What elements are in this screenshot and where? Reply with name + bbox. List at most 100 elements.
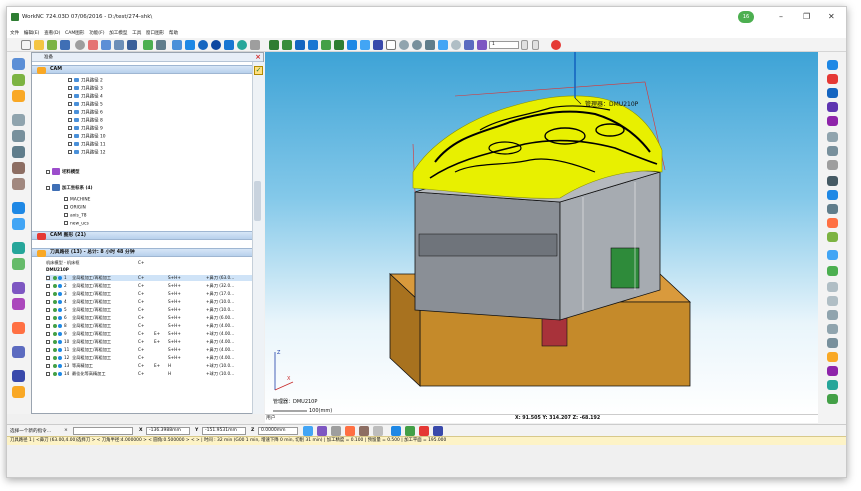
- toolpath-checkbox[interactable]: [46, 348, 50, 352]
- pen-icon[interactable]: [827, 218, 838, 228]
- section-view-icon[interactable]: [827, 324, 838, 334]
- toolpath-checkbox[interactable]: [46, 300, 50, 304]
- hand2-icon[interactable]: [827, 296, 838, 306]
- checkbox[interactable]: [46, 169, 50, 174]
- pick-icon[interactable]: [317, 426, 327, 436]
- toolpath-checkbox[interactable]: [46, 356, 50, 360]
- toolpath-checkbox[interactable]: [46, 340, 50, 344]
- toolpath-checkbox[interactable]: [46, 332, 50, 336]
- toolpath-checkbox[interactable]: [46, 284, 50, 288]
- brush-icon[interactable]: [827, 232, 838, 242]
- y-field[interactable]: -151.9531mm: [202, 427, 246, 435]
- zoom-window-icon[interactable]: [399, 40, 409, 50]
- menu-file[interactable]: 文件: [10, 29, 19, 38]
- section-cam-graphics[interactable]: CAM 图形 (21): [32, 231, 252, 240]
- coord-item-axis[interactable]: axis_78: [64, 213, 87, 219]
- sphere-icon[interactable]: [198, 40, 208, 50]
- highlight-icon[interactable]: [827, 352, 838, 362]
- offset-icon[interactable]: [345, 426, 355, 436]
- post-icon[interactable]: [12, 242, 25, 254]
- select-icon[interactable]: [477, 40, 487, 50]
- table-row[interactable]: 9 全局粗加工/再粗加工 C+ E+ S+H+ +球刀 (4.00...: [46, 331, 252, 337]
- machine-icon[interactable]: [143, 40, 153, 50]
- list-item[interactable]: 刀具路径 9: [68, 126, 103, 132]
- open-project-icon[interactable]: [12, 58, 25, 70]
- table-row[interactable]: 3 全局粗加工/再粗加工 C+ S+H+ +鼻刀 (17.0...: [46, 291, 252, 297]
- open-folder-icon[interactable]: [34, 40, 44, 50]
- toolpath-checkbox[interactable]: [46, 324, 50, 328]
- simulation-icon[interactable]: [827, 380, 838, 390]
- list-item[interactable]: 刀具路径 5: [68, 102, 103, 108]
- checkbox[interactable]: [68, 142, 72, 146]
- chart-icon[interactable]: [391, 426, 401, 436]
- close-prompt-icon[interactable]: ×: [64, 428, 68, 433]
- table-row[interactable]: 11 全局粗加工/再粗加工 C+ S+H+ +鼻刀 (4.00...: [46, 347, 252, 353]
- toolpath-checkbox[interactable]: [46, 276, 50, 280]
- section-toolpaths[interactable]: 刀具路径 (13) - 总计: 8 小时 48 分钟: [32, 248, 252, 257]
- section-cam[interactable]: CAM: [32, 65, 252, 74]
- machine-name-row[interactable]: DMU210P: [46, 267, 252, 273]
- nc-icon[interactable]: [12, 298, 25, 310]
- report-icon[interactable]: [12, 282, 25, 294]
- color-map-icon[interactable]: [827, 366, 838, 376]
- layers-icon[interactable]: [12, 74, 25, 86]
- checkbox[interactable]: [64, 205, 68, 209]
- wire-icon[interactable]: [185, 40, 195, 50]
- table-row[interactable]: 14 最佳化等高精加工 C+ H +球刀 (10.0...: [46, 371, 252, 377]
- clip-icon[interactable]: [827, 338, 838, 348]
- ring-icon[interactable]: [827, 132, 838, 142]
- close-panel-button[interactable]: ×: [254, 53, 262, 61]
- menu-tools[interactable]: 工具: [132, 29, 141, 38]
- line-icon[interactable]: [373, 426, 383, 436]
- save-icon[interactable]: [60, 40, 70, 50]
- table-row[interactable]: 12 全局粗加工/再粗加工 C+ S+H+ +鼻刀 (4.00...: [46, 355, 252, 361]
- checkbox[interactable]: [68, 134, 72, 138]
- machine-view-icon[interactable]: [827, 176, 838, 186]
- view-front-icon[interactable]: [269, 40, 279, 50]
- mill-icon[interactable]: [12, 146, 25, 158]
- 3d-viewport[interactable]: 管理器：DMU210P Z X 管理器：DMU210P 100(mm): [265, 52, 818, 414]
- list-item[interactable]: 刀具路径 11: [68, 142, 106, 148]
- tool-view-icon[interactable]: [827, 204, 838, 214]
- checkbox[interactable]: [68, 78, 72, 82]
- menu-view[interactable]: 查看(D): [44, 29, 60, 38]
- tree-icon[interactable]: [47, 40, 57, 50]
- table-view-icon[interactable]: [433, 426, 443, 436]
- table-row[interactable]: 1 全局粗加工/再粗加工 C+ S+H+ +鼻刀 (63.0...: [46, 275, 252, 281]
- view-back-icon[interactable]: [282, 40, 292, 50]
- dim-icon[interactable]: [827, 250, 838, 260]
- checkbox[interactable]: [68, 110, 72, 114]
- table-row[interactable]: 8 全局粗加工/再粗加工 C+ S+H+ +鼻刀 (4.00...: [46, 323, 252, 329]
- grid-view-icon[interactable]: [827, 266, 838, 276]
- coord-item-machine[interactable]: MACHINE: [64, 197, 90, 203]
- table-row[interactable]: 5 全局粗加工/再粗加工 C+ S+H+ +鼻刀 (10.0...: [46, 307, 252, 313]
- confirm-check-icon[interactable]: ✓: [254, 66, 263, 75]
- checkbox[interactable]: [68, 150, 72, 154]
- stepper-icon[interactable]: [532, 40, 539, 50]
- scrollbar-thumb[interactable]: [254, 181, 261, 221]
- menu-machining-model[interactable]: 加工模型: [109, 29, 127, 38]
- checkbox[interactable]: [68, 94, 72, 98]
- zoom-in-icon[interactable]: [412, 40, 422, 50]
- checkbox[interactable]: [64, 213, 68, 217]
- view-bottom-icon[interactable]: [334, 40, 344, 50]
- z-field[interactable]: 0.0000mm: [258, 427, 298, 435]
- x-field[interactable]: -136.3988mm: [146, 427, 190, 435]
- toolpath-checkbox[interactable]: [46, 372, 50, 376]
- command-input[interactable]: [73, 427, 133, 435]
- view-iso-icon[interactable]: [347, 40, 357, 50]
- simulate-icon[interactable]: [12, 218, 25, 230]
- chain-icon[interactable]: [331, 426, 341, 436]
- menu-function[interactable]: 功能(F): [89, 29, 104, 38]
- view-iso2-icon[interactable]: [360, 40, 370, 50]
- axis-view-icon[interactable]: [827, 190, 838, 200]
- coord-item-origin[interactable]: ORIGIN: [64, 205, 86, 211]
- table-icon[interactable]: [127, 40, 137, 50]
- measure-icon[interactable]: [464, 40, 474, 50]
- tap-icon[interactable]: [12, 162, 25, 174]
- table-row[interactable]: 13 等高精加工 C+ E+ H +球刀 (10.0...: [46, 363, 252, 369]
- coord-item-new-ucs[interactable]: new_ucs: [64, 221, 89, 227]
- maximize-button[interactable]: ❐: [803, 13, 810, 21]
- chamfer-icon[interactable]: [12, 178, 25, 190]
- checkbox[interactable]: [68, 102, 72, 106]
